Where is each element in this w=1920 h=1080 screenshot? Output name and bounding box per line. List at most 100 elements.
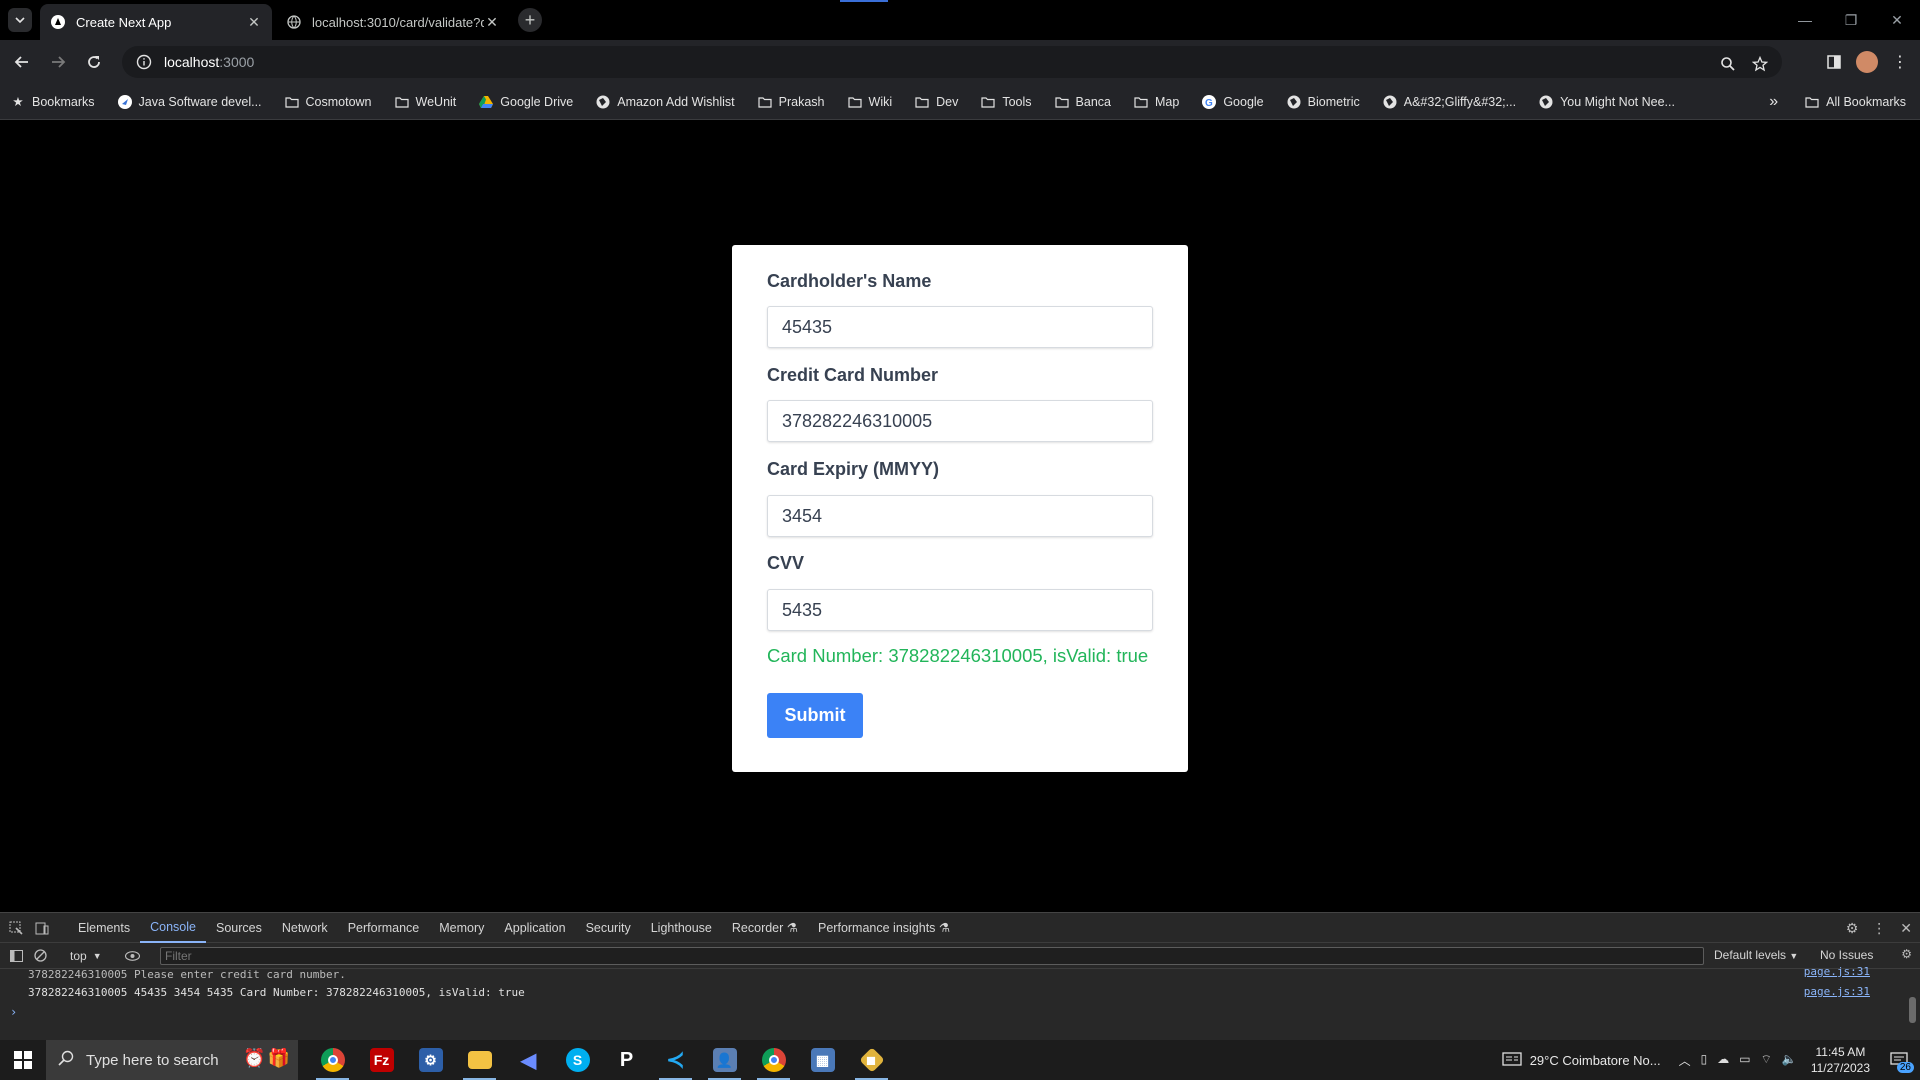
close-tab-icon[interactable]: ✕: [246, 14, 262, 30]
taskbar-clock[interactable]: 11:45 AM 11/27/2023: [1811, 1044, 1870, 1076]
live-expression-eye-icon[interactable]: [124, 948, 140, 964]
taskbar-file-explorer[interactable]: [455, 1040, 504, 1080]
submit-button[interactable]: Submit: [767, 693, 863, 738]
devtools-tab-sources[interactable]: Sources: [206, 913, 272, 943]
taskbar-filezilla[interactable]: Fz: [357, 1040, 406, 1080]
cvv-input[interactable]: [767, 589, 1153, 631]
folder-icon: [847, 94, 863, 110]
bookmark-wiki[interactable]: Wiki: [847, 94, 892, 110]
console-log-entry: 378282246310005 45435 3454 5435 Card Num…: [28, 985, 525, 999]
windows-start-icon[interactable]: [0, 1040, 46, 1080]
minimize-icon[interactable]: —: [1782, 0, 1828, 40]
restore-icon[interactable]: ❐: [1828, 0, 1874, 40]
taskbar-file-manager[interactable]: 👤: [700, 1040, 749, 1080]
device-toolbar-icon[interactable]: [34, 920, 50, 936]
devtools-tab-elements[interactable]: Elements: [68, 913, 140, 943]
devtools-menu-icon[interactable]: ⋮: [1872, 920, 1886, 937]
scrollbar-thumb[interactable]: [1909, 997, 1916, 1023]
console-prompt-icon[interactable]: ›: [10, 1005, 17, 1019]
wifi-icon[interactable]: ⌔: [1761, 1052, 1772, 1069]
volume-icon[interactable]: 🔈: [1782, 1052, 1797, 1069]
bookmark-star-icon[interactable]: [1748, 52, 1772, 76]
bookmark-bookmarks[interactable]: ★ Bookmarks: [10, 94, 94, 110]
bookmark-map[interactable]: Map: [1133, 94, 1179, 110]
bookmark-google-drive[interactable]: Google Drive: [478, 94, 573, 110]
zoom-icon[interactable]: [1716, 52, 1740, 76]
side-panel-icon[interactable]: [1820, 48, 1848, 76]
tab-create-next-app[interactable]: Create Next App ✕: [40, 4, 272, 40]
tab-card-validate[interactable]: localhost:3010/card/validate?d ✕: [276, 4, 510, 40]
devtools-tab-recorder[interactable]: Recorder ⚗: [722, 913, 808, 943]
new-tab-button[interactable]: +: [518, 8, 542, 32]
taskbar-chrome[interactable]: [308, 1040, 357, 1080]
tab-label: Performance insights: [818, 920, 936, 935]
close-devtools-icon[interactable]: ✕: [1900, 920, 1912, 937]
show-hidden-icons-icon[interactable]: ︿: [1679, 1052, 1691, 1069]
console-filter-input[interactable]: [160, 947, 1704, 965]
bookmark-prakash[interactable]: Prakash: [757, 94, 825, 110]
log-source-link[interactable]: page.js:31: [1804, 965, 1870, 978]
folder-icon: [284, 94, 300, 110]
battery-icon[interactable]: ▭: [1739, 1052, 1750, 1069]
site-info-icon[interactable]: [130, 54, 158, 70]
cardholder-name-input[interactable]: [767, 306, 1153, 348]
context-selector[interactable]: top ▼: [70, 949, 116, 963]
log-levels-dropdown[interactable]: Default levels ▼: [1714, 948, 1798, 962]
taskbar-search-box[interactable]: Type here to search ⏰ 🎁: [46, 1040, 298, 1080]
bookmark-google[interactable]: G Google: [1201, 94, 1264, 110]
sidebar-toggle-icon[interactable]: [8, 948, 24, 964]
taskbar-skype[interactable]: S: [553, 1040, 602, 1080]
bookmark-weunit[interactable]: WeUnit: [394, 94, 456, 110]
settings-gear-icon[interactable]: ⚙: [1846, 920, 1859, 937]
taskbar-git[interactable]: ◆: [847, 1040, 896, 1080]
bookmark-amazon-wishlist[interactable]: Amazon Add Wishlist: [595, 94, 735, 110]
reload-icon[interactable]: [80, 48, 108, 76]
bookmark-gliffy[interactable]: A&#32;Gliffy&#32;...: [1382, 94, 1516, 110]
devtools-tab-performance-insights[interactable]: Performance insights ⚗: [808, 913, 960, 943]
bookmark-dev[interactable]: Dev: [914, 94, 958, 110]
bookmark-banca[interactable]: Banca: [1054, 94, 1111, 110]
clear-console-icon[interactable]: [32, 948, 48, 964]
devtools-tab-memory[interactable]: Memory: [429, 913, 494, 943]
more-menu-icon[interactable]: ⋮: [1886, 48, 1914, 76]
bookmark-biometric[interactable]: Biometric: [1286, 94, 1360, 110]
taskbar-p-app[interactable]: P: [602, 1040, 651, 1080]
all-bookmarks-button[interactable]: All Bookmarks: [1804, 94, 1906, 110]
bookmark-cosmotown[interactable]: Cosmotown: [284, 94, 372, 110]
bookmark-tools[interactable]: Tools: [980, 94, 1032, 110]
taskbar-calculator[interactable]: ▦: [798, 1040, 847, 1080]
devtools-tab-console[interactable]: Console: [140, 913, 206, 943]
devtools-tab-performance[interactable]: Performance: [338, 913, 430, 943]
weather-widget[interactable]: 29°C Coimbatore No...: [1502, 1051, 1661, 1069]
log-source-link[interactable]: page.js:31: [1804, 985, 1870, 998]
globe-icon: [1382, 94, 1398, 110]
issues-counter[interactable]: No Issues: [1820, 948, 1873, 962]
browser-toolbar: localhost:3000 ⋮: [0, 40, 1920, 84]
bookmark-java-software[interactable]: Java Software devel...: [117, 94, 262, 110]
taskbar-network-tool[interactable]: ⚙: [406, 1040, 455, 1080]
devtools-tab-lighthouse[interactable]: Lighthouse: [641, 913, 722, 943]
console-scrollbar[interactable]: [1906, 969, 1918, 1041]
bookmarks-overflow-icon[interactable]: »: [1769, 93, 1778, 111]
notification-center-icon[interactable]: 26: [1884, 1045, 1914, 1075]
tab-search-button[interactable]: [8, 8, 32, 32]
taskbar-arrow-app[interactable]: ◀: [504, 1040, 553, 1080]
close-window-icon[interactable]: ✕: [1874, 0, 1920, 40]
device-icon[interactable]: ▯: [1701, 1052, 1708, 1069]
card-number-input[interactable]: [767, 400, 1153, 442]
bookmark-you-might-not[interactable]: You Might Not Nee...: [1538, 94, 1675, 110]
taskbar-vscode[interactable]: ≺: [651, 1040, 700, 1080]
back-icon[interactable]: [8, 48, 36, 76]
devtools-tab-security[interactable]: Security: [576, 913, 641, 943]
close-tab-icon[interactable]: ✕: [484, 14, 500, 30]
taskbar-chrome-profile[interactable]: [749, 1040, 798, 1080]
devtools-tab-application[interactable]: Application: [494, 913, 575, 943]
card-expiry-input[interactable]: [767, 495, 1153, 537]
console-settings-icon[interactable]: ⚙: [1901, 947, 1912, 961]
onedrive-cloud-icon[interactable]: ☁: [1717, 1052, 1729, 1069]
inspect-element-icon[interactable]: [8, 920, 24, 936]
devtools-tab-network[interactable]: Network: [272, 913, 338, 943]
address-bar[interactable]: localhost:3000: [122, 46, 1782, 78]
profile-avatar[interactable]: [1856, 51, 1878, 73]
forward-icon[interactable]: [44, 48, 72, 76]
